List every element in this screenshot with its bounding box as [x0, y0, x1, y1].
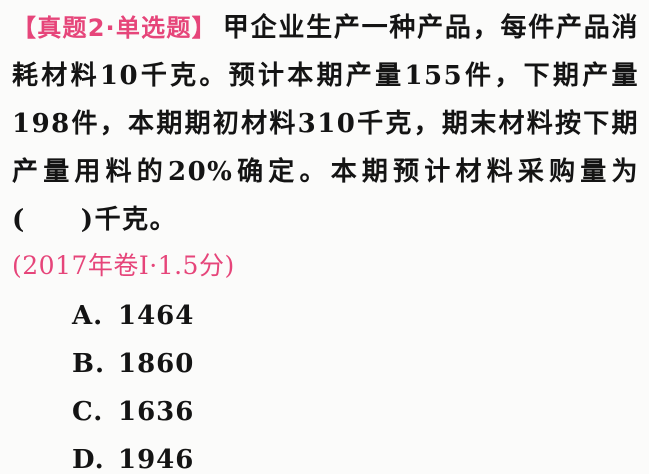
- answer-options: A. 1464 B. 1860 C. 1636 D. 1946: [12, 292, 639, 474]
- option-b[interactable]: B. 1860: [72, 340, 639, 388]
- option-value: 1860: [118, 349, 195, 379]
- option-value: 1946: [118, 445, 195, 474]
- option-d[interactable]: D. 1946: [72, 436, 639, 474]
- question-source: (2017年卷Ⅰ·1.5分): [12, 251, 235, 280]
- option-letter: D.: [72, 445, 105, 474]
- option-value: 1636: [118, 397, 195, 427]
- option-a[interactable]: A. 1464: [72, 292, 639, 340]
- option-value: 1464: [118, 301, 195, 331]
- question-stem: 【真题2·单选题】 甲企业生产一种产品，每件产品消耗材料10千克。预计本期产量15…: [12, 4, 639, 244]
- question-text: 甲企业生产一种产品，每件产品消耗材料10千克。预计本期产量155件，下期产量19…: [12, 13, 639, 235]
- question-type-tag: 【真题2·单选题】: [12, 14, 217, 42]
- option-letter: C.: [72, 397, 104, 427]
- option-letter: B.: [72, 349, 106, 379]
- exam-question: 【真题2·单选题】 甲企业生产一种产品，每件产品消耗材料10千克。预计本期产量15…: [0, 0, 649, 474]
- option-c[interactable]: C. 1636: [72, 388, 639, 436]
- option-letter: A.: [72, 301, 104, 331]
